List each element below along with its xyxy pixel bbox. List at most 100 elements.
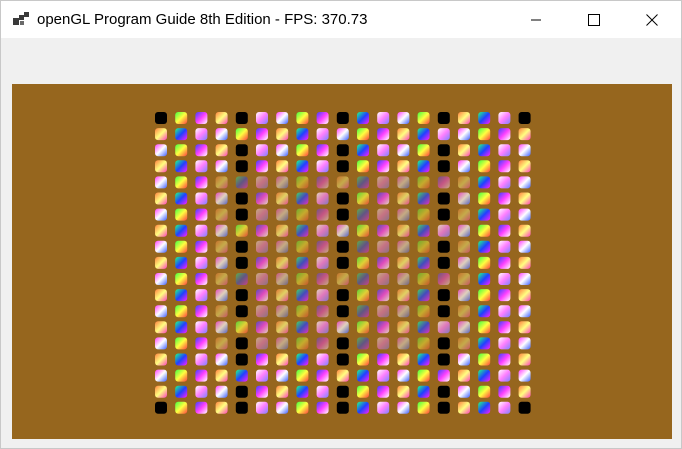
cube bbox=[458, 321, 470, 334]
cube bbox=[518, 144, 531, 157]
cube bbox=[478, 192, 491, 205]
cube bbox=[256, 176, 268, 189]
cube bbox=[437, 256, 450, 269]
cube bbox=[397, 160, 410, 173]
cube bbox=[357, 337, 369, 350]
cube bbox=[357, 385, 369, 398]
client-area bbox=[1, 38, 681, 448]
cube bbox=[518, 208, 531, 221]
cube bbox=[458, 240, 470, 253]
cube bbox=[336, 192, 349, 205]
cube bbox=[195, 176, 208, 189]
cube bbox=[397, 321, 410, 334]
cube bbox=[155, 208, 167, 221]
cube bbox=[417, 144, 430, 157]
cube bbox=[276, 240, 289, 253]
cube bbox=[235, 273, 248, 285]
cube bbox=[256, 128, 268, 141]
cube bbox=[417, 321, 430, 334]
cube bbox=[336, 240, 349, 253]
cube bbox=[458, 401, 470, 414]
maximize-button[interactable] bbox=[571, 1, 617, 38]
cube bbox=[377, 305, 390, 318]
cube bbox=[458, 353, 470, 366]
cube bbox=[397, 144, 410, 157]
cube bbox=[235, 240, 248, 253]
cube bbox=[518, 112, 531, 124]
cube bbox=[377, 224, 390, 237]
cube bbox=[296, 160, 309, 173]
cube bbox=[256, 208, 268, 221]
cube bbox=[397, 369, 410, 382]
cube bbox=[397, 176, 410, 189]
cube bbox=[357, 273, 369, 285]
cube bbox=[397, 112, 410, 124]
cube bbox=[215, 305, 228, 318]
cube bbox=[215, 321, 228, 334]
cube bbox=[316, 176, 329, 189]
maximize-icon bbox=[588, 13, 600, 26]
cube bbox=[498, 192, 511, 205]
cube bbox=[437, 321, 450, 334]
minimize-icon bbox=[531, 19, 541, 20]
cube bbox=[377, 321, 390, 334]
cube bbox=[518, 224, 531, 237]
cube bbox=[437, 305, 450, 318]
title-bar[interactable]: openGL Program Guide 8th Edition - FPS: … bbox=[1, 1, 681, 38]
cube bbox=[276, 128, 289, 141]
cube bbox=[458, 192, 470, 205]
cube bbox=[175, 160, 188, 173]
cube-grid bbox=[155, 112, 531, 414]
close-button[interactable] bbox=[629, 1, 675, 38]
cube bbox=[498, 289, 511, 302]
window-title: openGL Program Guide 8th Edition - FPS: … bbox=[37, 11, 368, 28]
cube bbox=[175, 224, 188, 237]
cube bbox=[397, 240, 410, 253]
cube bbox=[276, 176, 289, 189]
cube bbox=[518, 385, 531, 398]
cube bbox=[498, 353, 511, 366]
cube bbox=[417, 273, 430, 285]
cube bbox=[215, 128, 228, 141]
cube bbox=[377, 240, 390, 253]
cube bbox=[518, 321, 531, 334]
cube bbox=[377, 256, 390, 269]
cube bbox=[336, 321, 349, 334]
cube bbox=[498, 112, 511, 124]
minimize-button[interactable] bbox=[513, 1, 559, 38]
cube bbox=[195, 240, 208, 253]
cube bbox=[498, 321, 511, 334]
cube bbox=[336, 128, 349, 141]
cube bbox=[175, 401, 188, 414]
cube bbox=[478, 401, 491, 414]
cube bbox=[377, 401, 390, 414]
opengl-viewport[interactable] bbox=[12, 84, 672, 439]
cube bbox=[478, 385, 491, 398]
cube bbox=[478, 112, 491, 124]
cube bbox=[518, 369, 531, 382]
cube bbox=[235, 401, 248, 414]
cube bbox=[336, 144, 349, 157]
cube bbox=[437, 192, 450, 205]
cube bbox=[175, 240, 188, 253]
cube bbox=[437, 337, 450, 350]
cube bbox=[397, 353, 410, 366]
cube bbox=[437, 176, 450, 189]
cube bbox=[437, 289, 450, 302]
cube bbox=[195, 192, 208, 205]
cube bbox=[437, 208, 450, 221]
cube bbox=[478, 353, 491, 366]
cube bbox=[336, 256, 349, 269]
cube bbox=[417, 192, 430, 205]
cube bbox=[215, 337, 228, 350]
cube bbox=[478, 305, 491, 318]
cube bbox=[276, 385, 289, 398]
cube bbox=[256, 112, 268, 124]
cube bbox=[458, 128, 470, 141]
cube bbox=[357, 128, 369, 141]
cube bbox=[397, 192, 410, 205]
cube bbox=[175, 289, 188, 302]
cube bbox=[478, 337, 491, 350]
cube bbox=[256, 401, 268, 414]
cube bbox=[518, 337, 531, 350]
